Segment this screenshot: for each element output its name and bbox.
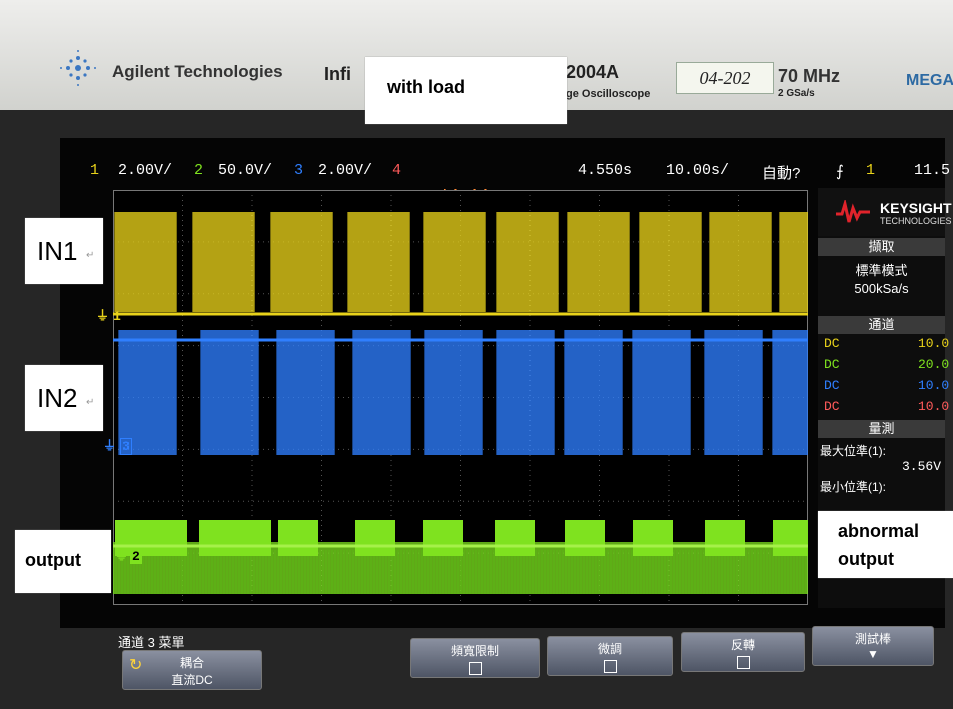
in2-return-mark: ↵ [86,397,95,408]
ch1-ground-marker[interactable]: ⏚ 1 [96,305,121,324]
brand-name: Agilent Technologies [112,62,283,81]
agilent-logo-icon [58,48,98,88]
ch3-scale[interactable]: 2.00V/ [318,162,372,179]
channel-scale: 20.0 [918,357,950,372]
invert-softkey[interactable]: 反轉 [681,632,805,672]
invert-checkbox[interactable] [736,656,750,669]
channel-coupling: DC [824,336,840,351]
model-name-right: 2004A [566,62,620,82]
mega-label: MEGA [906,72,953,89]
delay-readout[interactable]: 4.550s [578,162,632,179]
measure-max-label: 最大位準(1): [820,444,887,458]
output-label: output [15,530,111,593]
keysight-logo-sub: TECHNOLOGIES [880,216,952,226]
timebase-readout[interactable]: 10.00s/ [666,162,729,179]
fine-softkey[interactable]: 微調 [547,636,673,676]
bandwidth-limit-softkey[interactable]: 頻寬限制 [410,638,540,678]
abnormal-output-text: abnormal output [838,521,920,569]
fine-checkbox[interactable] [603,660,617,673]
ch2-ground-marker[interactable]: ⏚ 2 [115,545,142,564]
ch3-marker-label: 3 [120,438,132,455]
acquire-title: 擷取 [818,238,945,256]
trigger-level[interactable]: 11.5 [914,162,950,179]
channel-row[interactable]: DC 10.0 [818,397,949,418]
ch1-marker-label: 1 [113,309,121,324]
asset-tag: 04-202 [676,62,774,94]
keysight-logo-text: KEYSIGHT [880,200,952,216]
ch2-scale[interactable]: 50.0V/ [218,162,272,179]
channel-row[interactable]: DC 10.0 [818,334,949,355]
probe-label: 測試棒 [854,632,891,646]
channel-scale: 10.0 [918,336,950,351]
waveform-display[interactable] [113,190,808,605]
invert-label: 反轉 [730,638,755,652]
ch3-number[interactable]: 3 [294,162,303,179]
in2-text: IN2 [37,383,78,413]
measure-min-label: 最小位準(1): [820,480,887,494]
acquire-mode: 標準模式 [855,263,908,278]
sample-rate: 2 GSa/s [778,88,815,99]
channel-coupling: DC [824,399,840,414]
softkey-menu-title: 通道 3 菜單 [118,635,185,650]
bandwidth-limit-checkbox[interactable] [468,662,482,675]
asset-tag-text: 04-202 [699,68,751,88]
channel-list: DC 10.0 DC 20.0 DC 10.0 DC 10.0 [818,334,949,418]
model-name-left: Infi [324,64,351,84]
channels-title: 通道 [818,316,945,334]
with-load-text: with load [387,77,465,97]
trigger-mode[interactable]: 自動? [762,162,801,183]
in1-return-mark: ↵ [86,250,95,261]
acquire-rate: 500kSa/s [854,281,909,296]
in2-label: IN2 ↵ [25,365,103,431]
ch4-number[interactable]: 4 [392,162,401,179]
ch1-scale[interactable]: 2.00V/ [118,162,172,179]
coupling-softkey[interactable]: ↻ 耦合 直流DC [122,650,262,690]
in1-label: IN1 ↵ [25,218,103,284]
bandwidth: 70 MHz [778,66,841,86]
channel-scale: 10.0 [918,399,950,414]
trigger-edge-icon: ⨍ [836,164,844,181]
refresh-icon: ↻ [129,657,143,674]
coupling-label: 耦合 [179,656,204,670]
measure-max-value: 3.56V [901,459,941,474]
channel-row[interactable]: DC 20.0 [818,355,949,376]
in1-text: IN1 [37,236,78,266]
channel-coupling: DC [824,357,840,372]
abnormal-output-label: abnormal output [818,511,953,578]
channel-coupling: DC [824,378,840,393]
arrow-down-icon: ▼ [867,647,879,661]
output-text: output [25,550,81,570]
bandwidth-limit-label: 頻寬限制 [450,644,499,658]
channel-row[interactable]: DC 10.0 [818,376,949,397]
fine-label: 微調 [597,642,622,656]
trigger-source[interactable]: 1 [866,162,875,179]
ch3-ground-marker[interactable]: ⏚ 3 [103,435,132,455]
keysight-logo: KEYSIGHT TECHNOLOGIES [818,188,952,236]
channel-scale: 10.0 [918,378,950,393]
ch1-number[interactable]: 1 [90,162,99,179]
coupling-value: 直流DC [171,673,213,687]
model-subtitle: ge Oscilloscope [566,88,651,100]
measure-title: 量測 [818,420,945,438]
probe-softkey[interactable]: 測試棒 ▼ [812,626,934,666]
status-bar: 1 2.00V/ 2 50.0V/ 3 2.00V/ 4 4.550s 10.0… [88,162,950,184]
ch2-number[interactable]: 2 [194,162,203,179]
with-load-label: with load [365,57,567,124]
ch2-marker-label: 2 [130,549,142,564]
keysight-wave-icon [836,200,870,223]
